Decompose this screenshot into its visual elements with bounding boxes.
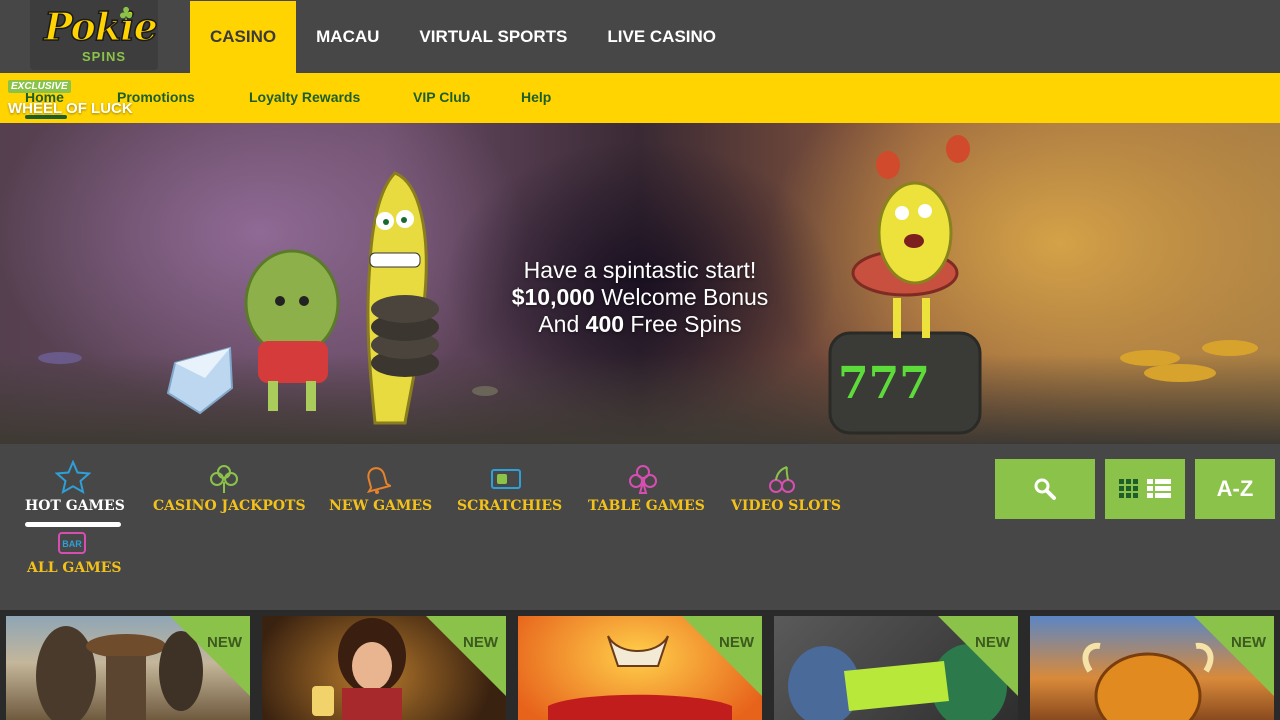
- sort-az-button[interactable]: A-Z: [1195, 459, 1275, 519]
- category-label: SCRATCHIES: [457, 498, 563, 514]
- clover-icon: [210, 465, 238, 493]
- new-ribbon: [682, 616, 762, 696]
- logo-text: Pokie: [43, 3, 158, 50]
- new-ribbon: [426, 616, 506, 696]
- new-badge: NEW: [207, 634, 242, 651]
- clover-logo-icon: ♣: [118, 4, 135, 25]
- category-label: CASINO JACKPOTS: [153, 498, 306, 514]
- category-scratchies[interactable]: SCRATCHIES: [457, 464, 563, 514]
- bonus-amount: $10,000: [511, 284, 595, 310]
- hero-line-3: And 400 Free Spins: [440, 311, 840, 338]
- lemon-character-on-reel: 777: [828, 135, 982, 435]
- grid-list-icon: [1119, 479, 1171, 498]
- sub-nav: Home Promotions Loyalty Rewards VIP Club…: [0, 73, 1280, 123]
- star-icon: [55, 460, 91, 494]
- hero-line-1: Have a spintastic start!: [523, 257, 757, 283]
- subnav-vip-club[interactable]: VIP Club: [413, 89, 470, 105]
- bonus-label: Welcome Bonus: [594, 284, 769, 310]
- new-badge: NEW: [1231, 634, 1266, 651]
- hero-promo-text: Have a spintastic start! $10,000 Welcome…: [440, 257, 840, 338]
- spins-prefix: And: [538, 311, 586, 337]
- subnav-help[interactable]: Help: [521, 89, 551, 105]
- spins-amount: 400: [585, 311, 625, 337]
- game-tile[interactable]: NEW: [774, 616, 1018, 720]
- pokie-spins-logo[interactable]: Pokie ♣ SPINS: [30, 0, 159, 70]
- game-tile[interactable]: NEW: [1030, 616, 1274, 720]
- svg-text:777: 777: [838, 358, 930, 409]
- new-ribbon: [170, 616, 250, 696]
- new-badge: NEW: [719, 634, 754, 651]
- game-tile[interactable]: NEW: [6, 616, 250, 720]
- grid-view-icon: [1119, 479, 1138, 498]
- active-category-indicator: [25, 522, 121, 527]
- new-badge: NEW: [463, 634, 498, 651]
- category-label: HOT GAMES: [25, 498, 125, 514]
- category-video-slots[interactable]: VIDEO SLOTS: [731, 464, 841, 514]
- main-nav: CASINO MACAU VIRTUAL SPORTS LIVE CASINO: [190, 0, 736, 73]
- exclusive-badge: EXCLUSIVE: [8, 80, 71, 93]
- category-label: VIDEO SLOTS: [731, 498, 841, 514]
- search-icon: [1034, 478, 1056, 500]
- sort-az-label: A-Z: [1216, 476, 1254, 501]
- banana-character: [366, 171, 439, 425]
- category-casino-jackpots[interactable]: CASINO JACKPOTS: [153, 464, 306, 514]
- category-hot-games[interactable]: HOT GAMES: [25, 460, 125, 514]
- category-all-games[interactable]: BAR ALL GAMES: [27, 530, 122, 576]
- subnav-loyalty-rewards[interactable]: Loyalty Rewards: [249, 89, 360, 105]
- category-table-games[interactable]: TABLE GAMES: [588, 464, 705, 514]
- ticket-icon: [490, 469, 521, 489]
- tab-virtual-sports[interactable]: VIRTUAL SPORTS: [399, 0, 587, 73]
- wheel-of-luck-link[interactable]: WHEEL OF LUCK: [8, 100, 133, 117]
- bar-icon: BAR: [57, 532, 86, 554]
- new-ribbon: [1194, 616, 1274, 696]
- melon-character: [244, 249, 340, 411]
- category-label: ALL GAMES: [27, 560, 122, 576]
- view-toggle-button[interactable]: [1105, 459, 1185, 519]
- category-label: NEW GAMES: [329, 498, 433, 514]
- game-tile[interactable]: NEW: [262, 616, 506, 720]
- bell-icon: [366, 467, 391, 494]
- search-button[interactable]: [995, 459, 1095, 519]
- svg-text:BAR: BAR: [62, 539, 82, 549]
- category-new-games[interactable]: NEW GAMES: [329, 464, 433, 514]
- diamond-illustration: [166, 346, 234, 415]
- new-ribbon: [938, 616, 1018, 696]
- tab-macau[interactable]: MACAU: [296, 0, 399, 73]
- top-bar: Pokie ♣ SPINS CASINO MACAU VIRTUAL SPORT…: [0, 0, 1280, 73]
- logo-subtext: SPINS: [82, 49, 127, 64]
- tab-live-casino[interactable]: LIVE CASINO: [587, 0, 736, 73]
- spins-label: Free Spins: [624, 311, 742, 337]
- game-tile[interactable]: NEW: [518, 616, 762, 720]
- hero-line-2: $10,000 Welcome Bonus: [440, 284, 840, 311]
- cherries-icon: [768, 466, 795, 493]
- list-view-icon: [1147, 479, 1171, 498]
- category-label: TABLE GAMES: [588, 498, 705, 514]
- tab-casino[interactable]: CASINO: [190, 0, 297, 73]
- new-badge: NEW: [975, 634, 1010, 651]
- club-icon: [628, 465, 657, 494]
- hero-banner[interactable]: 777 Have a spintastic start! $10,000 Wel…: [0, 123, 1280, 444]
